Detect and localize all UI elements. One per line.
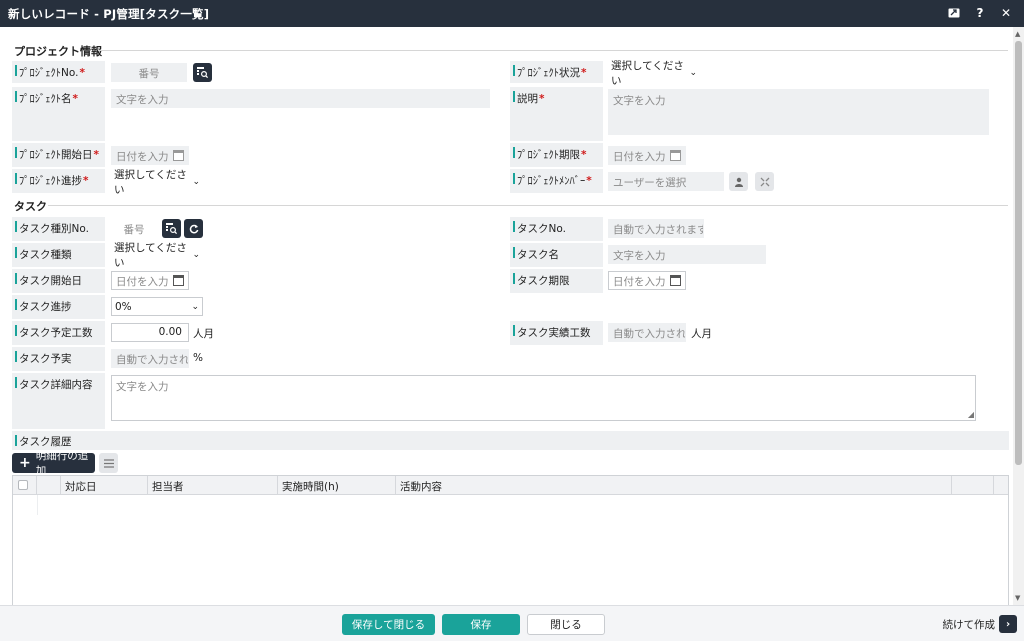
- project-no-input[interactable]: 番号: [111, 63, 187, 82]
- task-actual-input: 自動で入力され: [608, 323, 686, 342]
- project-deadline-input[interactable]: 日付を入力: [608, 146, 686, 165]
- close-button[interactable]: 閉じる: [527, 614, 605, 635]
- actual-unit: 人月: [691, 328, 712, 340]
- user-icon[interactable]: [729, 172, 748, 191]
- chevron-down-icon: ⌄: [192, 249, 200, 260]
- project-start-label: ﾌﾟﾛｼﾞｪｸﾄ開始日*: [12, 143, 105, 167]
- task-section-title: タスク: [14, 200, 47, 213]
- section-divider: [98, 50, 1008, 51]
- close-icon[interactable]: ✕: [998, 5, 1014, 21]
- history-grid: 対応日 担当者 実施時間(h) 活動内容: [12, 475, 1009, 605]
- column-assignee[interactable]: 担当者: [148, 476, 278, 495]
- add-row-label: 明細行の追加: [35, 450, 89, 477]
- save-close-button[interactable]: 保存して閉じる: [342, 614, 435, 635]
- task-type-no-label: タスク種別No.: [12, 217, 105, 241]
- task-progress-select[interactable]: 0% ⌄: [111, 297, 203, 316]
- chevron-down-icon: ⌄: [191, 301, 199, 312]
- project-member-label: ﾌﾟﾛｼﾞｪｸﾄﾒﾝﾊﾞｰ*: [510, 169, 603, 193]
- select-all-checkbox[interactable]: [18, 480, 28, 490]
- task-no-input: 自動で入力されます。: [608, 219, 704, 238]
- task-deadline-input[interactable]: 日付を入力: [608, 271, 686, 290]
- task-ratio-label: タスク予実: [12, 347, 105, 371]
- task-progress-label: タスク進捗: [12, 295, 105, 319]
- column-date[interactable]: 対応日: [61, 476, 148, 495]
- task-name-label: タスク名: [510, 243, 603, 267]
- grid-spacer: [37, 476, 61, 495]
- project-member-input[interactable]: ユーザーを選択: [608, 172, 724, 191]
- column-activity[interactable]: 活動内容: [396, 476, 952, 495]
- task-type-no-input[interactable]: 番号: [111, 219, 157, 238]
- scrollbar-thumb[interactable]: [1015, 41, 1022, 465]
- refresh-icon[interactable]: [184, 219, 203, 238]
- calendar-icon[interactable]: [173, 150, 184, 161]
- chevron-down-icon: ⌄: [689, 67, 697, 78]
- task-planned-label: タスク予定工数: [12, 321, 105, 345]
- window-title: 新しいレコード - PJ管理[タスク一覧]: [8, 6, 210, 21]
- ratio-unit: %: [193, 352, 203, 364]
- window-titlebar: 新しいレコード - PJ管理[タスク一覧] ? ✕: [0, 0, 1024, 27]
- vertical-scrollbar[interactable]: ▲ ▼: [1013, 27, 1024, 605]
- scroll-down-icon[interactable]: ▼: [1015, 594, 1020, 602]
- project-no-label: ﾌﾟﾛｼﾞｪｸﾄNo.*: [12, 61, 105, 83]
- menu-icon[interactable]: [99, 453, 118, 473]
- project-section-title: プロジェクト情報: [14, 45, 102, 58]
- chevron-right-icon[interactable]: ›: [999, 615, 1017, 633]
- resize-handle-icon[interactable]: ◢: [968, 410, 974, 419]
- column-hours[interactable]: 実施時間(h): [278, 476, 396, 495]
- project-name-input[interactable]: 文字を入力: [111, 89, 490, 108]
- task-planned-input[interactable]: 0.00: [111, 323, 189, 342]
- section-divider: [48, 205, 1008, 206]
- plus-icon: +: [19, 455, 31, 471]
- chevron-down-icon: ⌄: [192, 176, 200, 187]
- project-progress-select[interactable]: 選択してください ⌄: [111, 169, 203, 196]
- description-label: 説明*: [510, 87, 603, 141]
- lookup-icon[interactable]: [193, 63, 212, 82]
- task-detail-label: タスク詳細内容: [12, 373, 105, 429]
- project-status-label: ﾌﾟﾛｼﾞｪｸﾄ状況*: [510, 61, 603, 83]
- project-progress-label: ﾌﾟﾛｼﾞｪｸﾄ進捗*: [12, 169, 105, 193]
- calendar-icon[interactable]: [670, 150, 681, 161]
- task-history-label: タスク履歴: [12, 431, 1009, 450]
- select-all-cell[interactable]: [13, 476, 37, 495]
- continue-create-button[interactable]: 続けて作成 ›: [942, 615, 1017, 633]
- task-detail-textarea[interactable]: 文字を入力 ◢: [111, 375, 976, 421]
- save-button[interactable]: 保存: [442, 614, 520, 635]
- project-start-input[interactable]: 日付を入力: [111, 146, 189, 165]
- lookup-icon[interactable]: [162, 219, 181, 238]
- grid-action-column: [952, 476, 994, 495]
- scroll-up-icon[interactable]: ▲: [1015, 30, 1020, 38]
- task-no-label: タスクNo.: [510, 217, 603, 241]
- project-deadline-label: ﾌﾟﾛｼﾞｪｸﾄ期限*: [510, 143, 603, 167]
- continue-create-label: 続けて作成: [942, 618, 996, 631]
- task-type-label: タスク種類: [12, 243, 105, 267]
- task-name-input[interactable]: 文字を入力: [608, 245, 766, 264]
- task-deadline-label: タスク期限: [510, 269, 603, 293]
- task-start-label: タスク開始日: [12, 269, 105, 293]
- description-textarea[interactable]: 文字を入力: [608, 89, 989, 135]
- calendar-icon[interactable]: [670, 275, 681, 286]
- expand-icon[interactable]: [946, 5, 962, 21]
- add-row-button[interactable]: + 明細行の追加: [12, 450, 95, 477]
- project-status-select[interactable]: 選択してください ⌄: [608, 60, 700, 87]
- clear-icon[interactable]: [755, 172, 774, 191]
- project-name-label: ﾌﾟﾛｼﾞｪｸﾄ名*: [12, 87, 105, 141]
- footer: 保存して閉じる 保存 閉じる 続けて作成 ›: [0, 605, 1024, 641]
- planned-unit: 人月: [193, 328, 214, 340]
- task-ratio-input: 自動で入力され: [111, 349, 189, 368]
- grid-divider: [37, 495, 38, 515]
- help-icon[interactable]: ?: [972, 5, 988, 21]
- task-start-input[interactable]: 日付を入力: [111, 271, 189, 290]
- task-actual-label: タスク実績工数: [510, 321, 603, 345]
- task-type-select[interactable]: 選択してください ⌄: [111, 242, 203, 269]
- grid-header: 対応日 担当者 実施時間(h) 活動内容: [13, 476, 1008, 495]
- calendar-icon[interactable]: [173, 275, 184, 286]
